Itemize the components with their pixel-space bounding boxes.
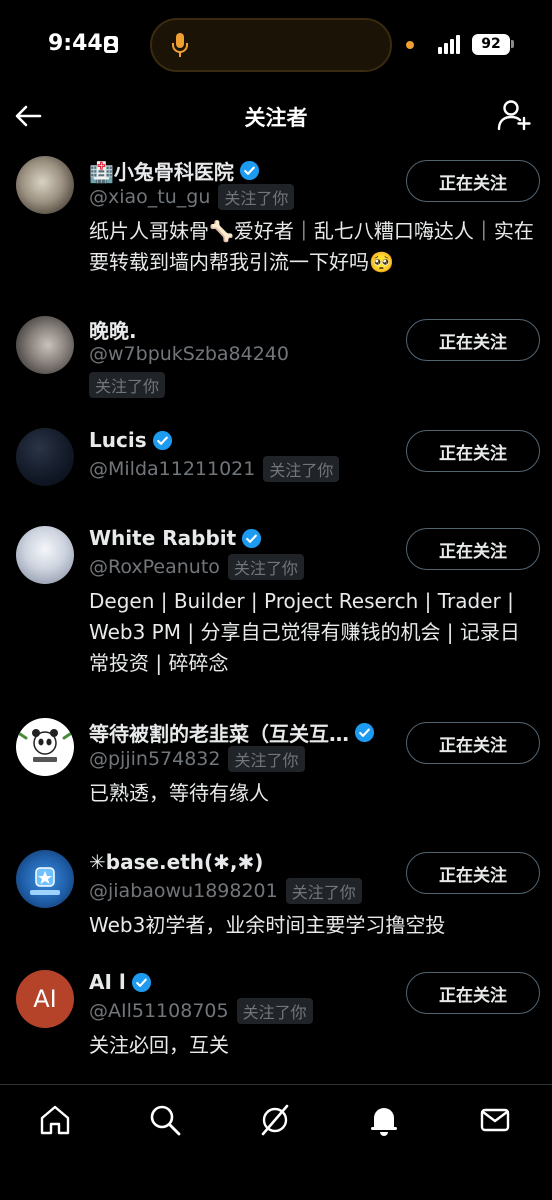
add-user-icon[interactable] xyxy=(496,98,532,132)
messages-icon[interactable] xyxy=(478,1103,512,1137)
microphone-icon xyxy=(172,33,188,57)
app-screen: 9:44 92 关注者 🏥小兔骨科医院 @xiao_tu_gu 关注了你 纸片人… xyxy=(0,0,552,1200)
user-handle: @w7bpukSzba84240 xyxy=(89,343,289,365)
follows-you-badge: 关注了你 xyxy=(227,554,304,580)
home-icon[interactable] xyxy=(38,1103,72,1137)
verified-badge-icon xyxy=(152,430,172,450)
user-name: 🏥小兔骨科医院 xyxy=(89,160,234,184)
search-icon[interactable] xyxy=(148,1103,182,1137)
user-name: ✳base.eth(✱,✱) xyxy=(89,850,264,874)
top-header: 关注者 xyxy=(0,90,552,142)
avatar[interactable] xyxy=(16,718,74,776)
bottom-navigation xyxy=(0,1084,552,1200)
avatar-initials: AI xyxy=(33,985,57,1013)
user-name: 晚晚. xyxy=(89,319,137,343)
user-handle: @jiabaowu1898201 xyxy=(89,880,278,902)
user-bio: 关注必回，互关 xyxy=(89,1033,229,1057)
user-row[interactable]: AI AI l @AIl51108705 关注了你 关注必回，互关 正在关注 xyxy=(0,960,552,1084)
battery-level: 92 xyxy=(472,34,510,55)
follows-you-badge: 关注了你 xyxy=(263,456,340,482)
id-card-icon xyxy=(104,36,118,53)
following-button[interactable]: 正在关注 xyxy=(406,430,540,472)
dynamic-island[interactable] xyxy=(150,18,392,72)
user-handle: @xiao_tu_gu xyxy=(89,186,211,208)
avatar[interactable] xyxy=(16,156,74,214)
verified-badge-icon xyxy=(354,722,375,743)
avatar[interactable]: AI xyxy=(16,970,74,1028)
following-button[interactable]: 正在关注 xyxy=(406,319,540,361)
status-time: 9:44 xyxy=(48,31,103,56)
follows-you-badge: 关注了你 xyxy=(228,746,305,772)
follows-you-badge: 关注了你 xyxy=(236,998,313,1024)
following-button[interactable]: 正在关注 xyxy=(406,852,540,894)
avatar[interactable] xyxy=(16,316,74,374)
user-name: AI l xyxy=(89,970,126,994)
verified-badge-icon xyxy=(242,528,262,548)
user-row[interactable]: 等待被割的老韭菜（互关互… @pjjin574832 关注了你 已熟透，等待有缘… xyxy=(0,704,552,836)
avatar[interactable] xyxy=(16,526,74,584)
privacy-indicator xyxy=(406,41,414,49)
battery-tip xyxy=(511,40,514,48)
avatar[interactable] xyxy=(16,428,74,486)
grok-icon[interactable] xyxy=(258,1103,292,1137)
user-row[interactable]: Lucis @Milda11211021 关注了你 正在关注 xyxy=(0,416,552,514)
app-logo-icon xyxy=(30,867,60,895)
user-name: White Rabbit xyxy=(89,526,237,550)
user-bio: Web3初学者，业余时间主要学习撸空投 xyxy=(89,913,446,937)
status-bar: 9:44 92 xyxy=(0,0,552,90)
user-handle: @pjjin574832 xyxy=(89,748,221,770)
user-row[interactable]: White Rabbit @RoxPeanuto 关注了你 Degen | Bu… xyxy=(0,514,552,704)
follows-you-badge: 关注了你 xyxy=(89,372,166,398)
user-bio: 已熟透，等待有缘人 xyxy=(89,781,269,805)
cellular-signal-icon xyxy=(438,35,460,54)
user-row[interactable]: ✳base.eth(✱,✱) @jiabaowu1898201 关注了你 Web… xyxy=(0,836,552,960)
follows-you-badge: 关注了你 xyxy=(285,878,362,904)
notifications-icon[interactable] xyxy=(367,1103,401,1137)
user-row[interactable]: 晚晚. @w7bpukSzba84240 关注了你 正在关注 xyxy=(0,298,552,416)
following-button[interactable]: 正在关注 xyxy=(406,722,540,764)
following-button[interactable]: 正在关注 xyxy=(406,528,540,570)
user-bio: Degen | Builder | Project Reserch | Trad… xyxy=(89,589,520,675)
user-name: Lucis xyxy=(89,428,147,452)
user-handle: @RoxPeanuto xyxy=(89,556,220,578)
following-button[interactable]: 正在关注 xyxy=(406,972,540,1014)
avatar[interactable] xyxy=(16,850,74,908)
panda-icon xyxy=(18,729,72,762)
user-name: 等待被割的老韭菜（互关互… xyxy=(89,722,349,746)
user-handle: @Milda11211021 xyxy=(89,458,256,480)
page-title: 关注者 xyxy=(244,106,308,130)
verified-badge-icon xyxy=(131,972,151,992)
user-row[interactable]: 🏥小兔骨科医院 @xiao_tu_gu 关注了你 纸片人哥妹骨🦴爱好者｜乱七八糟… xyxy=(0,142,552,298)
follows-you-badge: 关注了你 xyxy=(218,184,295,210)
verified-badge-icon xyxy=(239,160,259,181)
followers-list: 🏥小兔骨科医院 @xiao_tu_gu 关注了你 纸片人哥妹骨🦴爱好者｜乱七八糟… xyxy=(0,142,552,1084)
user-bio: 纸片人哥妹骨🦴爱好者｜乱七八糟口嗨达人｜实在要转载到墙内帮我引流一下好吗🥺 xyxy=(89,219,534,274)
following-button[interactable]: 正在关注 xyxy=(406,160,540,202)
user-handle: @AIl51108705 xyxy=(89,1000,229,1022)
